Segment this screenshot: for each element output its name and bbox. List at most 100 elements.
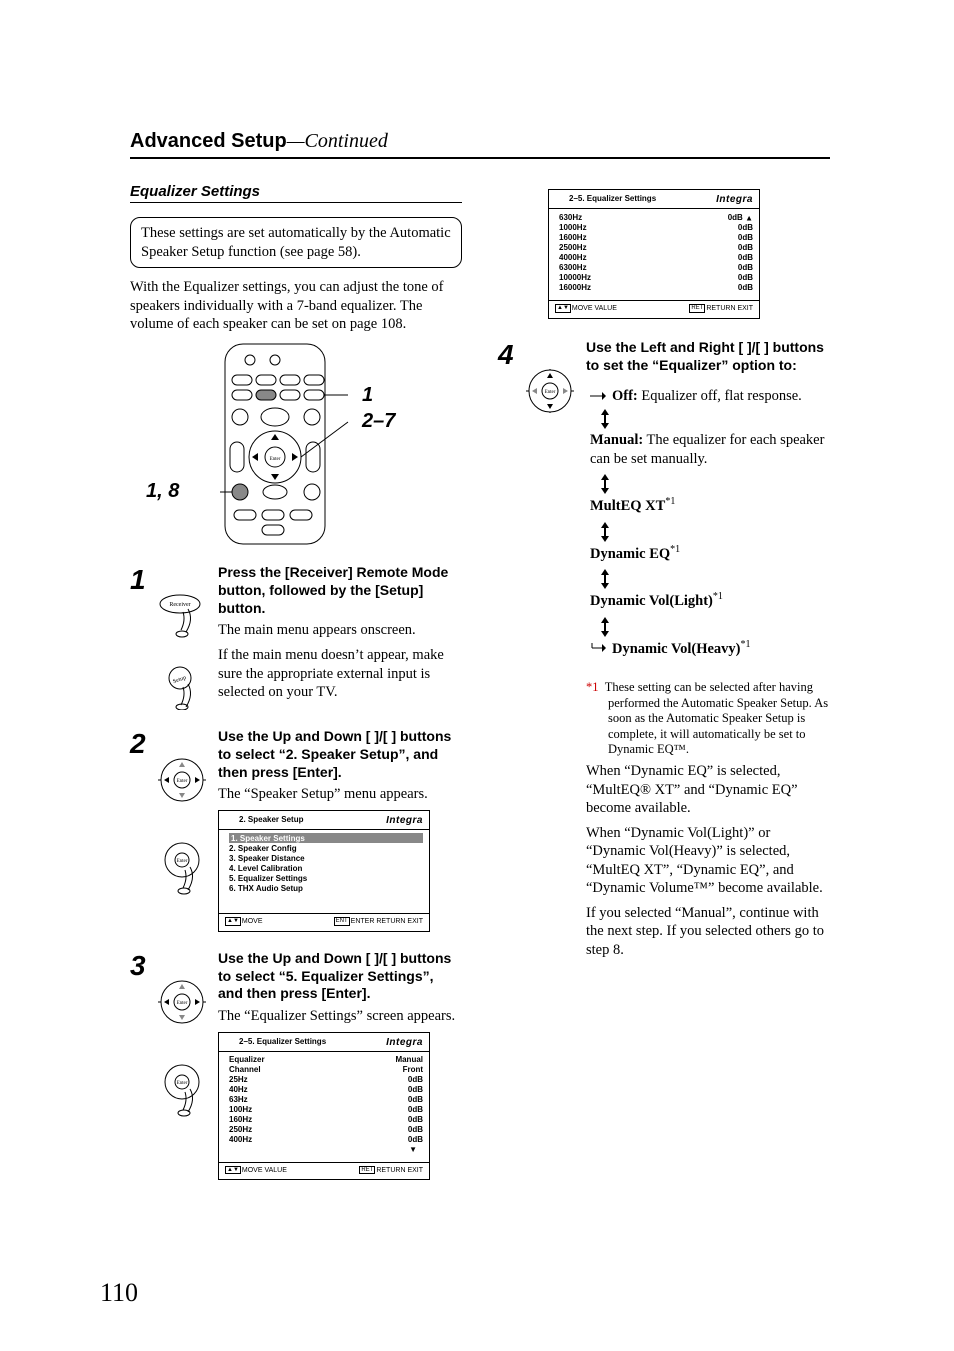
osd3-r5k: 6300Hz [559, 263, 587, 272]
remote-label-1: 1 [362, 384, 373, 407]
flow-multeq-sup: *1 [665, 496, 675, 507]
osd2-r3k: 40Hz [229, 1085, 248, 1094]
page-header: Advanced Setup—Continued [130, 130, 830, 153]
osd2-brand: Integra [386, 1037, 423, 1048]
osd2-r0v: Manual [395, 1055, 423, 1064]
osd3-r3v: 0dB [738, 243, 753, 252]
osd2-r2v: 0dB [408, 1075, 423, 1084]
osd2-foot-right: RETURN EXIT [376, 1167, 423, 1174]
para-1: When “Dynamic EQ” is selected, “MultEQ® … [586, 762, 830, 818]
flow-dyn-eq-sup: *1 [670, 544, 680, 555]
osd2-foot-left: MOVE VALUE [242, 1167, 287, 1174]
osd2-r1k: Channel [229, 1065, 261, 1074]
flow-multeq: MultEQ XT*1 [586, 496, 830, 515]
remote-svg: Enter [220, 342, 350, 552]
osd-eq-1: 2–5. Equalizer Settings Integra Equalize… [218, 1032, 430, 1181]
osd1-item-1: 1. Speaker Settings [229, 833, 423, 843]
osd3-r0v: 0dB [728, 213, 743, 222]
osd3-r7k: 16000Hz [559, 283, 591, 292]
remote-label-1-8: 1, 8 [146, 480, 179, 503]
flow-off-desc: Equalizer off, flat response. [638, 388, 802, 404]
right-elbow-arrow-icon [590, 643, 606, 653]
osd2-r1v: Front [403, 1065, 423, 1074]
osd3-r6k: 10000Hz [559, 273, 591, 282]
osd1-item-3: 3. Speaker Distance [229, 853, 423, 863]
osd1-item-6: 6. THX Audio Setup [229, 883, 423, 893]
flow-multeq-label: MultEQ XT [590, 498, 665, 514]
step-graphic-4: Enter [526, 339, 586, 423]
osd2-r4v: 0dB [408, 1095, 423, 1104]
osd3-r4v: 0dB [738, 253, 753, 262]
step-2-instr: Use the Up and Down [ ]/[ ] buttons to s… [218, 728, 462, 782]
footnote-mark: *1 [586, 680, 599, 694]
step-1-instr: Press the [Receiver] Remote Mode button,… [218, 564, 462, 618]
flow-off-label: Off: [612, 388, 638, 404]
svg-text:Enter: Enter [177, 1001, 188, 1006]
step-4-instr: Use the Left and Right [ ]/[ ] buttons t… [586, 339, 830, 375]
flow-dyn-eq: Dynamic EQ*1 [586, 544, 830, 563]
osd2-r6v: 0dB [408, 1115, 423, 1124]
osd2-r8v: 0dB [408, 1135, 423, 1144]
flow-dyn-light-label: Dynamic Vol(Light) [590, 593, 713, 609]
osd2-r7k: 250Hz [229, 1125, 252, 1134]
osd1-item-2: 2. Speaker Config [229, 843, 423, 853]
osd1-brand: Integra [386, 815, 423, 826]
step-1-text-a: The main menu appears onscreen. [218, 621, 462, 640]
step-num-3: 3 [130, 950, 158, 980]
osd2-r5v: 0dB [408, 1105, 423, 1114]
flow-dyn-heavy-sup: *1 [740, 639, 750, 650]
osd3-r5v: 0dB [738, 263, 753, 272]
flow-manual-label: Manual: [590, 432, 643, 448]
step-1-text-b: If the main menu doesn’t appear, make su… [218, 646, 462, 702]
updown-arrow-icon [598, 617, 612, 637]
remote-label-2-7: 2–7 [362, 410, 395, 433]
osd2-title: 2–5. Equalizer Settings [239, 1037, 326, 1048]
step-3-text: The “Equalizer Settings” screen appears. [218, 1007, 462, 1026]
svg-text:Enter: Enter [177, 779, 188, 784]
flow-dyn-eq-label: Dynamic EQ [590, 546, 670, 562]
flow-manual: Manual: The equalizer for each speaker c… [586, 431, 830, 468]
updown-arrow-icon [598, 569, 612, 589]
osd1-foot-left: MOVE [242, 918, 263, 925]
osd3-brand: Integra [716, 194, 753, 205]
osd3-foot-left: MOVE VALUE [572, 306, 617, 313]
osd3-foot-right: RETURN EXIT [706, 306, 753, 313]
osd2-r8k: 400Hz [229, 1135, 252, 1144]
updown-arrow-icon [598, 409, 612, 429]
note-box: These settings are set automatically by … [130, 217, 462, 268]
header-rule [130, 157, 830, 159]
step-num-1: 1 [130, 564, 158, 594]
step-2-text: The “Speaker Setup” menu appears. [218, 785, 462, 804]
section-rule [130, 202, 462, 203]
right-arrow-icon [590, 391, 606, 401]
osd2-r0k: Equalizer [229, 1055, 265, 1064]
footnote-text: These setting can be selected after havi… [605, 680, 828, 757]
step-graphic-3: Enter Enter [158, 950, 218, 1118]
osd2-r7v: 0dB [408, 1125, 423, 1134]
header-sub: —Continued [287, 130, 388, 152]
step-graphic-2: Enter Enter [158, 728, 218, 896]
osd3-r1k: 1000Hz [559, 223, 587, 232]
step-num-2: 2 [130, 728, 158, 758]
step-graphic-1: Receiver Setup [158, 564, 218, 710]
osd-eq-2: 2–5. Equalizer Settings Integra 630Hz0dB… [548, 189, 760, 319]
osd1-item-4: 4. Level Calibration [229, 863, 423, 873]
osd1-title: 2. Speaker Setup [239, 815, 303, 826]
para-2: When “Dynamic Vol(Light)” or “Dynamic Vo… [586, 824, 830, 898]
step-2: 2 Enter [130, 728, 462, 932]
page-number: 110 [100, 1278, 138, 1308]
header-main: Advanced Setup [130, 130, 287, 152]
osd2-r6k: 160Hz [229, 1115, 252, 1124]
osd3-r3k: 2500Hz [559, 243, 587, 252]
osd2-r3v: 0dB [408, 1085, 423, 1094]
osd3-r6v: 0dB [738, 273, 753, 282]
flow-dyn-light-sup: *1 [713, 591, 723, 602]
svg-text:Enter: Enter [177, 859, 188, 864]
osd3-r0k: 630Hz [559, 213, 582, 222]
osd3-r2v: 0dB [738, 233, 753, 242]
flow-off: Off: Equalizer off, flat response. [586, 387, 830, 406]
step-3: 3 Enter [130, 950, 462, 1181]
updown-arrow-icon [598, 522, 612, 542]
osd3-r4k: 4000Hz [559, 253, 587, 262]
osd1-item-5: 5. Equalizer Settings [229, 873, 423, 883]
